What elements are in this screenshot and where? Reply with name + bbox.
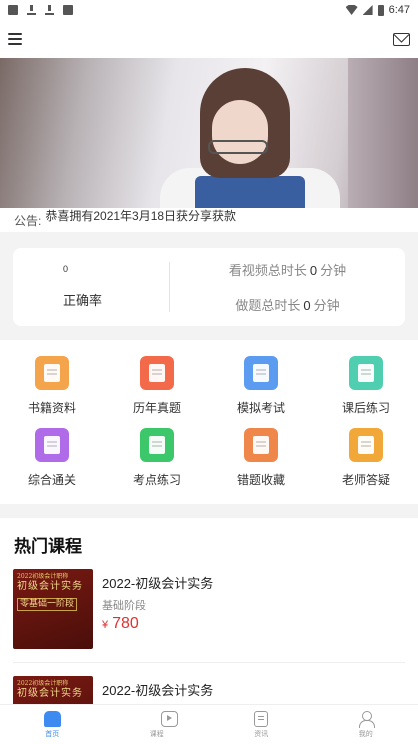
video-duration: 看视频总时长 0 分钟 — [228, 263, 347, 278]
course-name: 2022-初级会计实务 — [102, 576, 214, 591]
news-icon — [254, 710, 269, 727]
accuracy-label: 正确率 — [63, 293, 103, 308]
bottom-tab-bar: 首页 课程 资讯 我的 — [0, 704, 418, 744]
grid-item-wrong-questions[interactable]: 错题收藏 — [221, 428, 301, 488]
mail-icon[interactable] — [393, 32, 410, 46]
grid-item-past-exams[interactable]: 历年真题 — [117, 356, 197, 416]
notification-icon — [8, 5, 18, 15]
profile-icon — [358, 710, 375, 728]
signal-icon — [362, 5, 373, 15]
course-thumbnail: 2022初级会计职称 初级会计实务 — [13, 676, 93, 704]
top-bar — [0, 20, 418, 58]
grid-item-teacher-qa[interactable]: 老师答疑 — [326, 428, 406, 488]
menu-icon[interactable] — [8, 33, 22, 45]
stats-card: 0 正确率 看视频总时长 0 分钟 做题总时长 0 分钟 — [13, 248, 405, 326]
notice-label: 公告: — [14, 213, 42, 228]
question-duration: 做题总时长 0 分钟 — [235, 298, 340, 313]
course-stage: 基础阶段 — [102, 600, 146, 612]
course-icon — [161, 710, 179, 727]
section-title: 热门课程 — [14, 537, 82, 556]
wrong-questions-icon — [244, 428, 278, 462]
tab-news[interactable]: 资讯 — [209, 705, 314, 744]
course-name: 2022-初级会计实务 — [102, 683, 214, 698]
divider — [13, 662, 405, 663]
comprehensive-icon — [35, 428, 69, 462]
practice-icon — [349, 356, 383, 390]
grid-item-key-points[interactable]: 考点练习 — [117, 428, 197, 488]
wifi-icon — [345, 5, 358, 15]
course-price: ¥780 — [102, 615, 139, 632]
app-icon — [63, 5, 73, 15]
notice-text: 恭喜拥有2021年3月18日获分享获款 — [45, 208, 237, 223]
grid-item-practice[interactable]: 课后练习 — [326, 356, 406, 416]
course-card[interactable]: 2022初级会计职称 初级会计实务 2022-初级会计实务 — [13, 676, 405, 704]
hot-courses: 热门课程 2022初级会计职称 初级会计实务 零基础一阶段 2022-初级会计实… — [0, 518, 418, 704]
accuracy-value: 0 — [63, 264, 69, 274]
teacher-qa-icon — [349, 428, 383, 462]
status-bar: 6:47 — [0, 0, 418, 20]
grid-item-books[interactable]: 书籍资料 — [12, 356, 92, 416]
home-icon — [43, 710, 61, 727]
past-exam-icon — [140, 356, 174, 390]
tab-home[interactable]: 首页 — [0, 705, 105, 744]
key-points-icon — [140, 428, 174, 462]
download-icon — [27, 5, 36, 15]
download-icon — [45, 5, 54, 15]
status-time: 6:47 — [388, 4, 410, 16]
course-thumbnail: 2022初级会计职称 初级会计实务 零基础一阶段 — [13, 569, 93, 649]
mock-exam-icon — [244, 356, 278, 390]
course-card[interactable]: 2022初级会计职称 初级会计实务 零基础一阶段 2022-初级会计实务 基础阶… — [13, 569, 405, 653]
grid-item-comprehensive[interactable]: 综合通关 — [12, 428, 92, 488]
banner-image[interactable] — [0, 58, 418, 208]
tab-profile[interactable]: 我的 — [314, 705, 418, 744]
grid-item-mock-exam[interactable]: 模拟考试 — [221, 356, 301, 416]
book-icon — [35, 356, 69, 390]
function-grid: 书籍资料 历年真题 模拟考试 课后练习 综合通关 考点练习 错题收藏 老师答疑 — [0, 340, 418, 504]
tab-courses[interactable]: 课程 — [105, 705, 210, 744]
notice-bar[interactable]: 公告: 恭喜拥有2021年3月18日获分享获款 — [0, 208, 418, 232]
battery-icon — [377, 4, 384, 16]
